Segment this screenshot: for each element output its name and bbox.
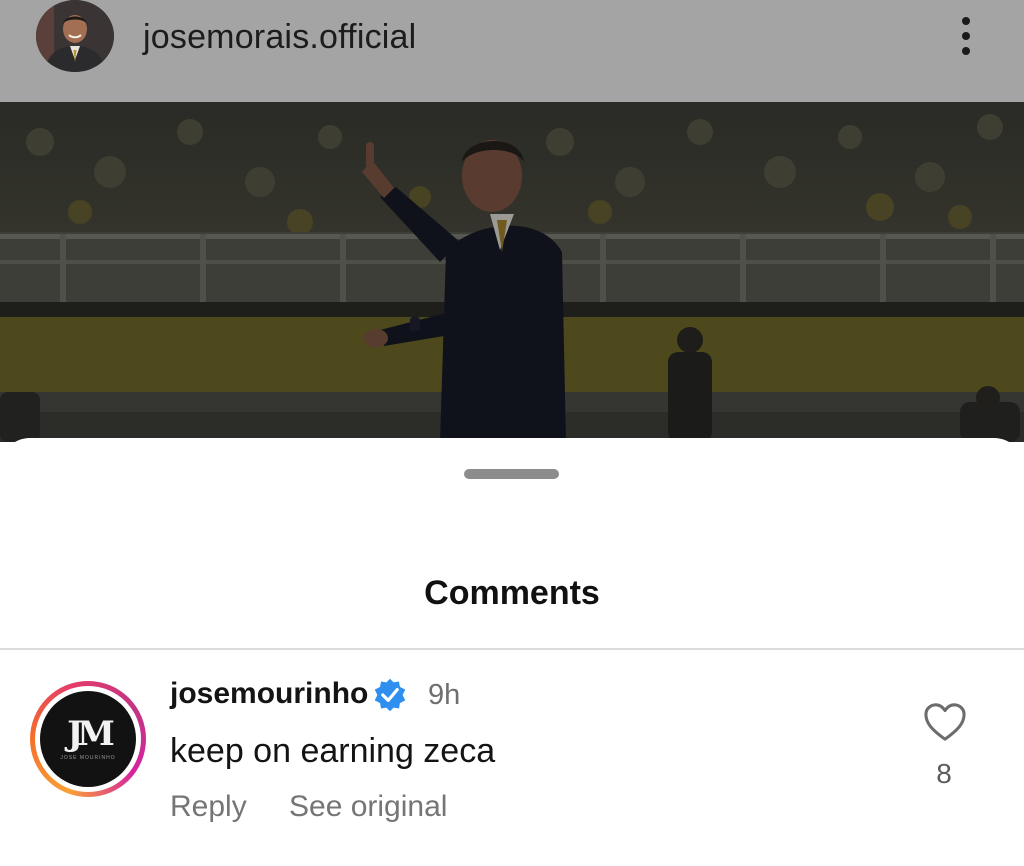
post-header: josemorais.official xyxy=(0,0,1024,102)
profile-photo-icon xyxy=(36,0,114,72)
comment-timestamp: 9h xyxy=(428,679,461,711)
owner-avatar[interactable] xyxy=(36,0,114,72)
post-image[interactable] xyxy=(0,102,1024,442)
jm-logo-icon: JM JOSE MOURINHO xyxy=(40,691,136,787)
dim-overlay[interactable] xyxy=(0,102,1024,442)
post-owner-username[interactable]: josemorais.official xyxy=(143,18,416,57)
reply-button[interactable]: Reply xyxy=(170,790,247,824)
dot xyxy=(962,47,970,55)
divider xyxy=(0,648,1024,650)
comment-text: keep on earning zeca xyxy=(170,732,496,770)
more-options-icon[interactable] xyxy=(948,12,984,60)
heart-icon[interactable] xyxy=(922,701,968,743)
sheet-title: Comments xyxy=(424,574,600,612)
like-count: 8 xyxy=(936,758,952,789)
commenter-username[interactable]: josemourinho xyxy=(170,677,368,711)
comments-sheet: Comments JM JOSE MOURINHO josemourinho 9… xyxy=(0,438,1024,866)
avatar-mark: JM xyxy=(67,714,115,754)
see-original-button[interactable]: See original xyxy=(289,790,447,824)
drag-handle[interactable] xyxy=(464,469,559,479)
dot xyxy=(962,32,970,40)
verified-badge-icon xyxy=(374,678,406,712)
dot xyxy=(962,17,970,25)
avatar-subtext: JOSE MOURINHO xyxy=(60,755,116,761)
commenter-avatar[interactable]: JM JOSE MOURINHO xyxy=(30,681,146,797)
